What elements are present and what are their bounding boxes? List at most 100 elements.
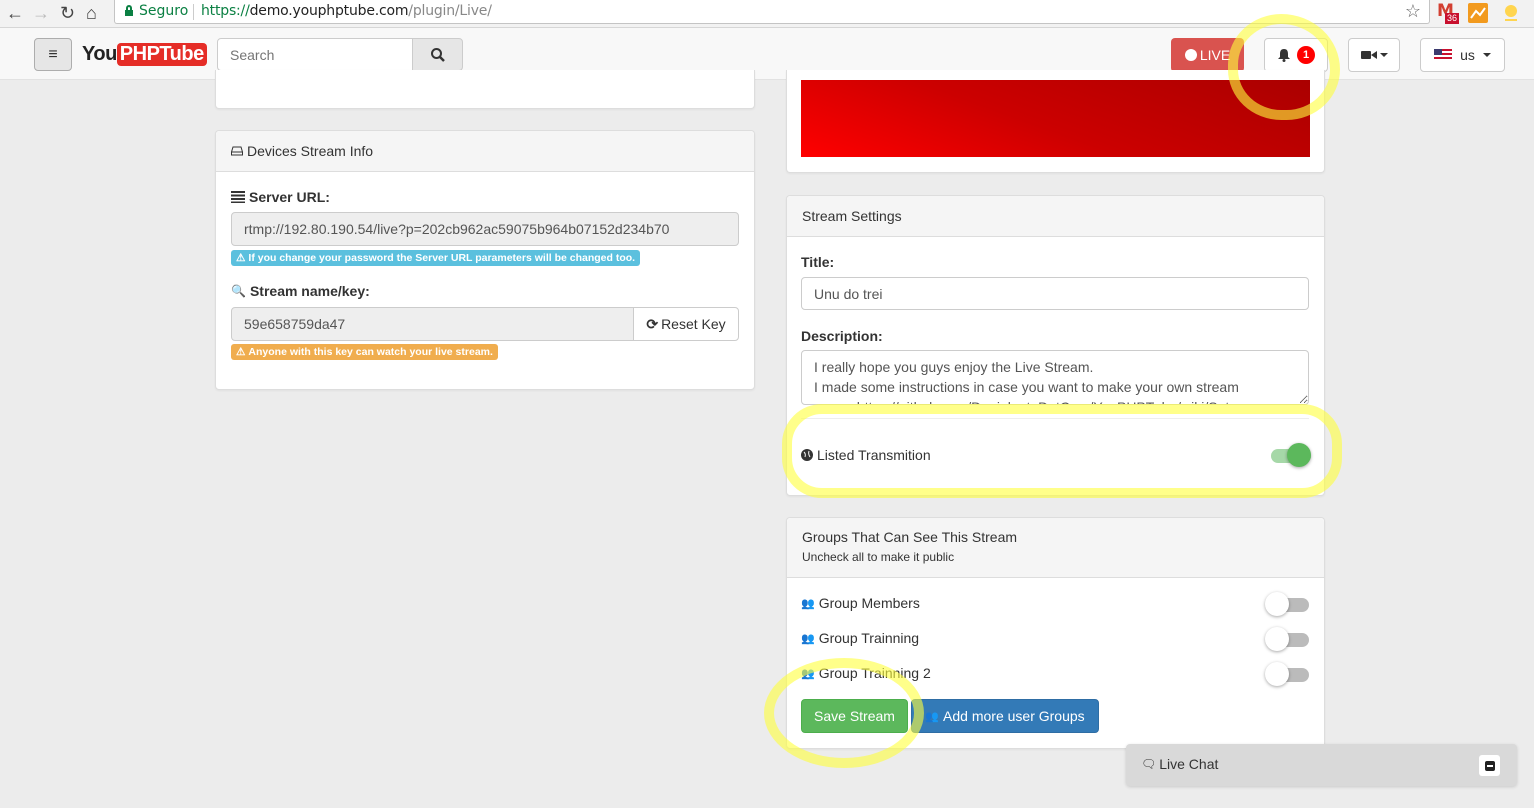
title-label: Title: xyxy=(801,254,835,270)
language-label: us xyxy=(1460,47,1475,63)
url-scheme: https:// xyxy=(201,3,250,19)
stream-key-field[interactable] xyxy=(231,307,634,341)
search-button[interactable] xyxy=(412,38,463,71)
us-flag-icon xyxy=(1434,49,1453,61)
live-chat-bar[interactable]: 🗨 Live Chat xyxy=(1126,744,1517,786)
divider xyxy=(193,4,194,20)
description-textarea[interactable]: I really hope you guys enjoy the Live St… xyxy=(801,350,1309,405)
logo-you: You xyxy=(82,42,117,65)
server-url-field[interactable] xyxy=(231,212,739,246)
group-item: 👥 Group Trainning xyxy=(801,630,919,646)
logo-phptube: PHPTube xyxy=(116,42,207,66)
search-input[interactable] xyxy=(217,38,413,71)
reset-key-button[interactable]: ⟳ Reset Key xyxy=(633,307,739,341)
gmail-extension-icon[interactable]: M 36 xyxy=(1437,3,1460,24)
analytics-extension-icon[interactable] xyxy=(1468,3,1488,23)
browser-toolbar: ← → ↻ ⌂ Seguro https://demo.youphptube.c… xyxy=(0,0,1534,28)
save-stream-button[interactable]: Save Stream xyxy=(801,699,908,733)
button-label: Save Stream xyxy=(814,708,895,724)
video-camera-dropdown[interactable] xyxy=(1348,38,1400,72)
notification-badge: 1 xyxy=(1297,46,1315,64)
minimize-chat-button[interactable] xyxy=(1479,755,1500,776)
stream-key-label: 🔍 Stream name/key: xyxy=(231,283,370,299)
live-chat-title: 🗨 Live Chat xyxy=(1141,756,1218,772)
title-input[interactable] xyxy=(801,277,1309,310)
language-dropdown[interactable]: us xyxy=(1420,38,1505,72)
home-icon[interactable]: ⌂ xyxy=(86,2,97,24)
group-label: Group Trainning 2 xyxy=(818,665,931,681)
back-arrow-icon[interactable]: ← xyxy=(6,2,24,24)
record-dot-icon xyxy=(1184,49,1197,61)
add-user-groups-button[interactable]: 👥 Add more user Groups xyxy=(911,699,1099,733)
note-text: Anyone with this key can watch your live… xyxy=(248,346,493,358)
previous-panel xyxy=(215,70,755,109)
group-trainning-2-toggle[interactable] xyxy=(1265,662,1309,686)
hamburger-menu-button[interactable]: ≡ xyxy=(34,38,72,71)
panel-subtitle: Uncheck all to make it public xyxy=(802,550,955,564)
label-text: Stream name/key: xyxy=(249,283,370,299)
hamburger-icon: ≡ xyxy=(48,45,58,63)
notifications-button[interactable]: 1 xyxy=(1264,38,1328,72)
group-trainning-toggle[interactable] xyxy=(1265,627,1309,651)
url-host: demo.youphptube.com xyxy=(249,3,409,19)
users-icon: 👥 xyxy=(801,632,815,645)
server-url-label: Server URL: xyxy=(231,189,330,205)
url-path: /plugin/Live/ xyxy=(408,3,492,19)
url-text: https://demo.youphptube.com/plugin/Live/ xyxy=(201,3,492,19)
devices-stream-info-panel: Devices Stream Info Server URL: ⚠ If you… xyxy=(215,130,755,390)
caret-down-icon xyxy=(1482,53,1491,57)
video-camera-icon xyxy=(1360,51,1377,59)
video-preview[interactable] xyxy=(801,80,1310,157)
users-icon: 👥 xyxy=(925,710,940,723)
group-item: 👥 Group Members xyxy=(801,595,920,611)
description-label: Description: xyxy=(801,328,883,344)
comments-icon: 🗨 xyxy=(1141,757,1157,771)
listed-label: Listed Transmition xyxy=(817,447,931,463)
stream-key-note: ⚠ Anyone with this key can watch your li… xyxy=(231,344,498,360)
warning-icon: ⚠ xyxy=(236,252,246,264)
reload-icon[interactable]: ↻ xyxy=(60,2,75,24)
gmail-count: 36 xyxy=(1445,13,1460,24)
label-text: Server URL: xyxy=(249,189,330,205)
users-icon: 👥 xyxy=(801,597,815,610)
search-icon xyxy=(430,47,445,62)
listed-toggle[interactable] xyxy=(1267,443,1311,467)
group-label: Group Members xyxy=(818,595,920,611)
panel-heading: Groups That Can See This Stream Uncheck … xyxy=(787,518,1324,578)
warning-icon: ⚠ xyxy=(236,346,246,358)
security-label: Seguro xyxy=(139,3,189,19)
panel-heading: Stream Settings xyxy=(787,196,1324,237)
bulb-extension-icon[interactable] xyxy=(1502,3,1522,23)
panel-title: Groups That Can See This Stream xyxy=(802,529,1018,545)
button-label: Add more user Groups xyxy=(943,708,1085,724)
caret-down-icon xyxy=(1379,53,1388,57)
bell-icon xyxy=(1278,49,1290,62)
forward-arrow-icon[interactable]: → xyxy=(32,2,50,24)
listed-transmition-row: Listed Transmition xyxy=(801,447,931,463)
live-preview-panel xyxy=(786,70,1325,173)
divider xyxy=(801,418,1309,419)
live-label: LIVE xyxy=(1199,47,1231,63)
server-url-note: ⚠ If you change your password the Server… xyxy=(231,250,641,266)
stream-settings-panel: Stream Settings Title: Description: I re… xyxy=(786,195,1325,496)
lock-icon xyxy=(125,5,133,16)
users-icon: 👥 xyxy=(801,667,815,680)
group-label: Group Trainning xyxy=(818,630,920,646)
logo[interactable]: You PHPTube xyxy=(82,42,207,66)
group-item: 👥 Group Trainning 2 xyxy=(801,665,931,681)
group-members-toggle[interactable] xyxy=(1265,592,1309,616)
bookmark-star-icon[interactable]: ☆ xyxy=(1405,1,1421,22)
panel-title: Stream Settings xyxy=(802,208,902,224)
panel-title: Devices Stream Info xyxy=(247,143,374,159)
key-icon: 🔍 xyxy=(231,284,246,298)
chat-label: Live Chat xyxy=(1159,756,1219,772)
panel-heading: Devices Stream Info xyxy=(216,131,754,172)
address-bar[interactable]: Seguro https://demo.youphptube.com/plugi… xyxy=(114,0,1430,24)
note-text: If you change your password the Server U… xyxy=(248,252,636,264)
tasks-icon xyxy=(231,191,245,203)
button-label: Reset Key xyxy=(661,316,726,332)
globe-icon xyxy=(801,449,813,461)
groups-panel: Groups That Can See This Stream Uncheck … xyxy=(786,517,1325,749)
hdd-icon xyxy=(231,146,243,156)
live-button[interactable]: LIVE xyxy=(1171,38,1244,72)
